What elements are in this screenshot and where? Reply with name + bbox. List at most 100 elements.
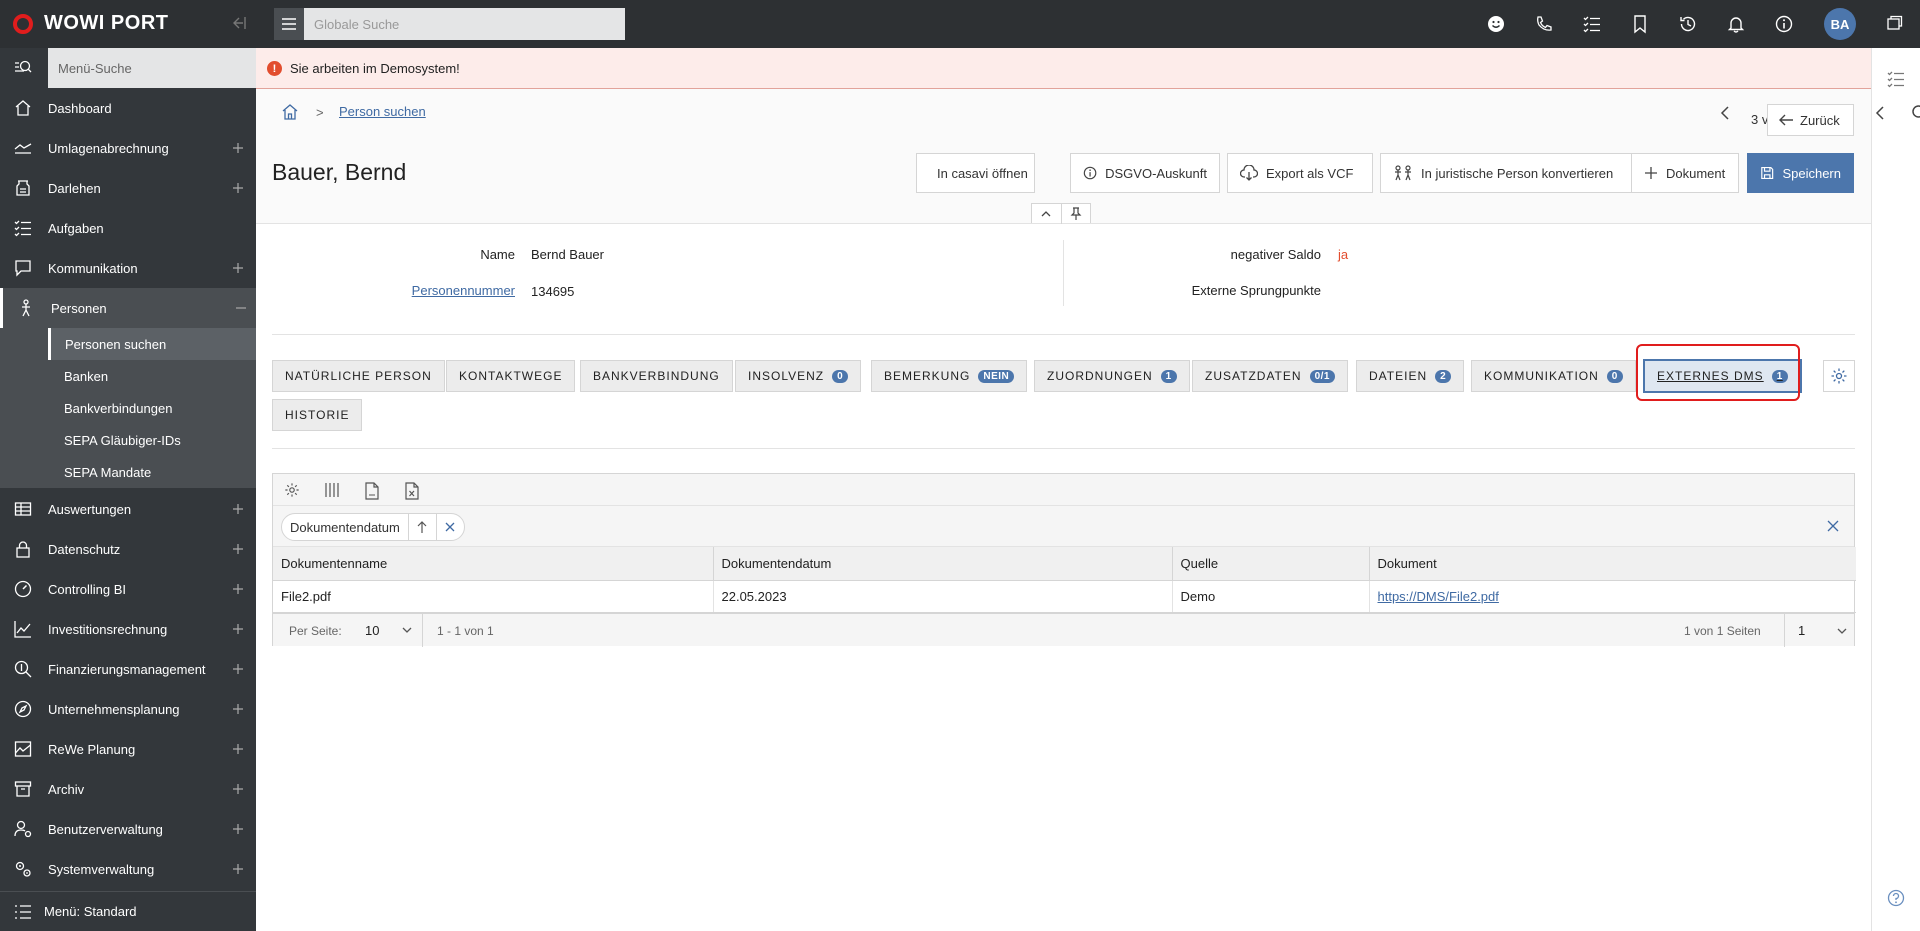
remove-sort-button[interactable]	[435, 514, 464, 540]
sidebar-item-label: Unternehmensplanung	[48, 701, 180, 717]
sidebar-item-aufgaben[interactable]: Aufgaben	[0, 208, 256, 248]
previous-result-button[interactable]	[1874, 105, 1888, 121]
sidebar-item-rewe-planung[interactable]: ReWe Planung	[0, 729, 256, 769]
personennummer-link[interactable]: Personennummer	[360, 283, 515, 298]
convert-to-legal-person-button[interactable]: In juristische Person konvertieren	[1380, 153, 1634, 193]
back-button[interactable]: Zurück	[1767, 104, 1854, 136]
tasks-panel-button[interactable]	[1887, 70, 1905, 88]
search-icon	[1912, 105, 1920, 118]
minus-icon	[236, 307, 246, 309]
column-header-dokumentenname[interactable]: Dokumentenname	[273, 547, 714, 581]
sidebar-item-auswertungen[interactable]: Auswertungen	[0, 489, 256, 529]
windows-button[interactable]	[1886, 14, 1904, 32]
columns-button[interactable]	[324, 482, 340, 498]
open-in-casavi-button[interactable]: In casavi öffnen	[916, 153, 1035, 193]
pin-icon	[1070, 207, 1082, 220]
chat-icon	[15, 260, 31, 277]
cell-quelle: Demo	[1172, 580, 1370, 613]
grid-settings-button[interactable]	[284, 482, 300, 498]
export-csv-button[interactable]	[364, 482, 380, 500]
sidebar-item-kommunikation[interactable]: Kommunikation	[0, 248, 256, 288]
user-avatar[interactable]: BA	[1824, 8, 1856, 40]
sidebar-item-unternehmensplanung[interactable]: Unternehmensplanung	[0, 689, 256, 729]
tab-insolvenz[interactable]: INSOLVENZ 0	[735, 360, 862, 392]
global-search-input[interactable]	[304, 8, 625, 40]
help-button[interactable]	[1887, 889, 1905, 907]
hamburger-icon	[282, 18, 296, 30]
user-gear-icon	[14, 820, 32, 838]
search-result-button[interactable]	[1911, 104, 1920, 122]
history-button[interactable]	[1678, 14, 1698, 34]
add-document-button[interactable]: Dokument	[1631, 153, 1739, 193]
sidebar-subitem-banken[interactable]: Banken	[48, 360, 256, 392]
collapse-header-button[interactable]	[1032, 204, 1061, 224]
breadcrumb-link-person-suchen[interactable]: Person suchen	[339, 104, 426, 119]
column-header-dokumentendatum[interactable]: Dokumentendatum	[713, 547, 1173, 581]
grid-toolbar	[273, 474, 1854, 506]
tab-zuordnungen[interactable]: ZUORDNUNGEN 1	[1034, 360, 1190, 392]
sidebar-item-label: Kommunikation	[48, 260, 138, 276]
feedback-button[interactable]	[1486, 14, 1506, 34]
document-link[interactable]: https://DMS/File2.pdf	[1378, 589, 1499, 604]
chevron-down-icon	[402, 627, 412, 633]
column-header-dokument[interactable]: Dokument	[1369, 547, 1856, 581]
tab-dateien[interactable]: DATEIEN 2	[1356, 360, 1465, 392]
sidebar-subitem-bankverbindungen[interactable]: Bankverbindungen	[48, 392, 256, 424]
save-button[interactable]: Speichern	[1747, 153, 1854, 193]
breadcrumb-home-button[interactable]	[281, 103, 299, 121]
save-icon	[1761, 166, 1774, 180]
info-button[interactable]	[1774, 14, 1794, 34]
personennummer-value: 134695	[531, 284, 575, 299]
export-excel-button[interactable]	[404, 482, 420, 500]
lock-icon	[16, 541, 30, 558]
tab-settings-button[interactable]	[1823, 360, 1855, 392]
sidebar-subitem-personen-suchen[interactable]: Personen suchen	[48, 328, 256, 360]
sidebar-item-label: Benutzerverwaltung	[48, 821, 163, 837]
tab-zusatzdaten[interactable]: ZUSATZDATEN 0/1	[1192, 360, 1348, 392]
range-text: 1 - 1 von 1	[422, 614, 494, 647]
bookmarks-button[interactable]	[1630, 14, 1650, 34]
tab-historie[interactable]: HISTORIE	[272, 399, 363, 431]
gears-icon	[15, 861, 31, 877]
sidebar-item-personen[interactable]: Personen	[0, 288, 256, 328]
sidebar-item-label: Systemverwaltung	[48, 861, 155, 877]
collapse-sidebar-button[interactable]	[229, 14, 247, 32]
tab-kommunikation[interactable]: KOMMUNIKATION 0	[1471, 360, 1636, 392]
sidebar-item-darlehen[interactable]: Darlehen	[0, 168, 256, 208]
sidebar-item-dashboard[interactable]: Dashboard	[0, 88, 256, 128]
per-page-select[interactable]: 10	[353, 618, 419, 643]
clear-all-sort-button[interactable]	[1826, 519, 1840, 533]
dsgvo-auskunft-button[interactable]: DSGVO-Auskunft	[1070, 153, 1220, 193]
phone-button[interactable]	[1534, 14, 1554, 34]
sidebar-item-controlling-bi[interactable]: Controlling BI	[0, 569, 256, 609]
sidebar-item-benutzerverwaltung[interactable]: Benutzerverwaltung	[0, 809, 256, 849]
previous-record-button[interactable]	[1719, 105, 1733, 121]
tab-badge: 0	[1606, 369, 1623, 383]
menu-profile-selector[interactable]: Menü: Standard	[0, 891, 256, 931]
app-logo[interactable]: WOWI PORT	[12, 12, 168, 35]
tasks-button[interactable]	[1582, 14, 1602, 34]
table-row[interactable]: File2.pdf 22.05.2023 Demo https://DMS/Fi…	[273, 580, 1856, 613]
sidebar-item-investitionsrechnung[interactable]: Investitionsrechnung	[0, 609, 256, 649]
tab-kontaktwege[interactable]: KONTAKTWEGE	[446, 360, 576, 392]
sidebar-subitem-sepa-glaeubiger-ids[interactable]: SEPA Gläubiger-IDs	[48, 424, 256, 456]
sidebar-item-archiv[interactable]: Archiv	[0, 769, 256, 809]
column-header-quelle[interactable]: Quelle	[1172, 547, 1370, 581]
sidebar-item-finanzierungsmanagement[interactable]: Finanzierungsmanagement	[0, 649, 256, 689]
tab-bemerkung[interactable]: BEMERKUNG NEIN	[871, 360, 1028, 392]
tab-natuerliche-person[interactable]: NATÜRLICHE PERSON	[272, 360, 445, 392]
sidebar-item-datenschutz[interactable]: Datenschutz	[0, 529, 256, 569]
sidebar-item-systemverwaltung[interactable]: Systemverwaltung	[0, 849, 256, 889]
tab-bankverbindung[interactable]: BANKVERBINDUNG	[580, 360, 733, 392]
notifications-button[interactable]	[1726, 14, 1746, 34]
menu-search-input[interactable]	[48, 48, 256, 88]
menu-toggle-button[interactable]	[274, 8, 304, 40]
name-value: Bernd Bauer	[531, 247, 604, 262]
pin-header-button[interactable]	[1060, 204, 1090, 224]
sort-direction-button[interactable]	[407, 514, 436, 540]
page-select[interactable]: 1	[1784, 614, 1856, 647]
sidebar-item-umlagenabrechnung[interactable]: Umlagenabrechnung	[0, 128, 256, 168]
cell-dokumentenname: File2.pdf	[273, 580, 714, 613]
export-vcf-button[interactable]: Export als VCF	[1227, 153, 1373, 193]
sidebar-subitem-sepa-mandate[interactable]: SEPA Mandate	[48, 456, 256, 488]
